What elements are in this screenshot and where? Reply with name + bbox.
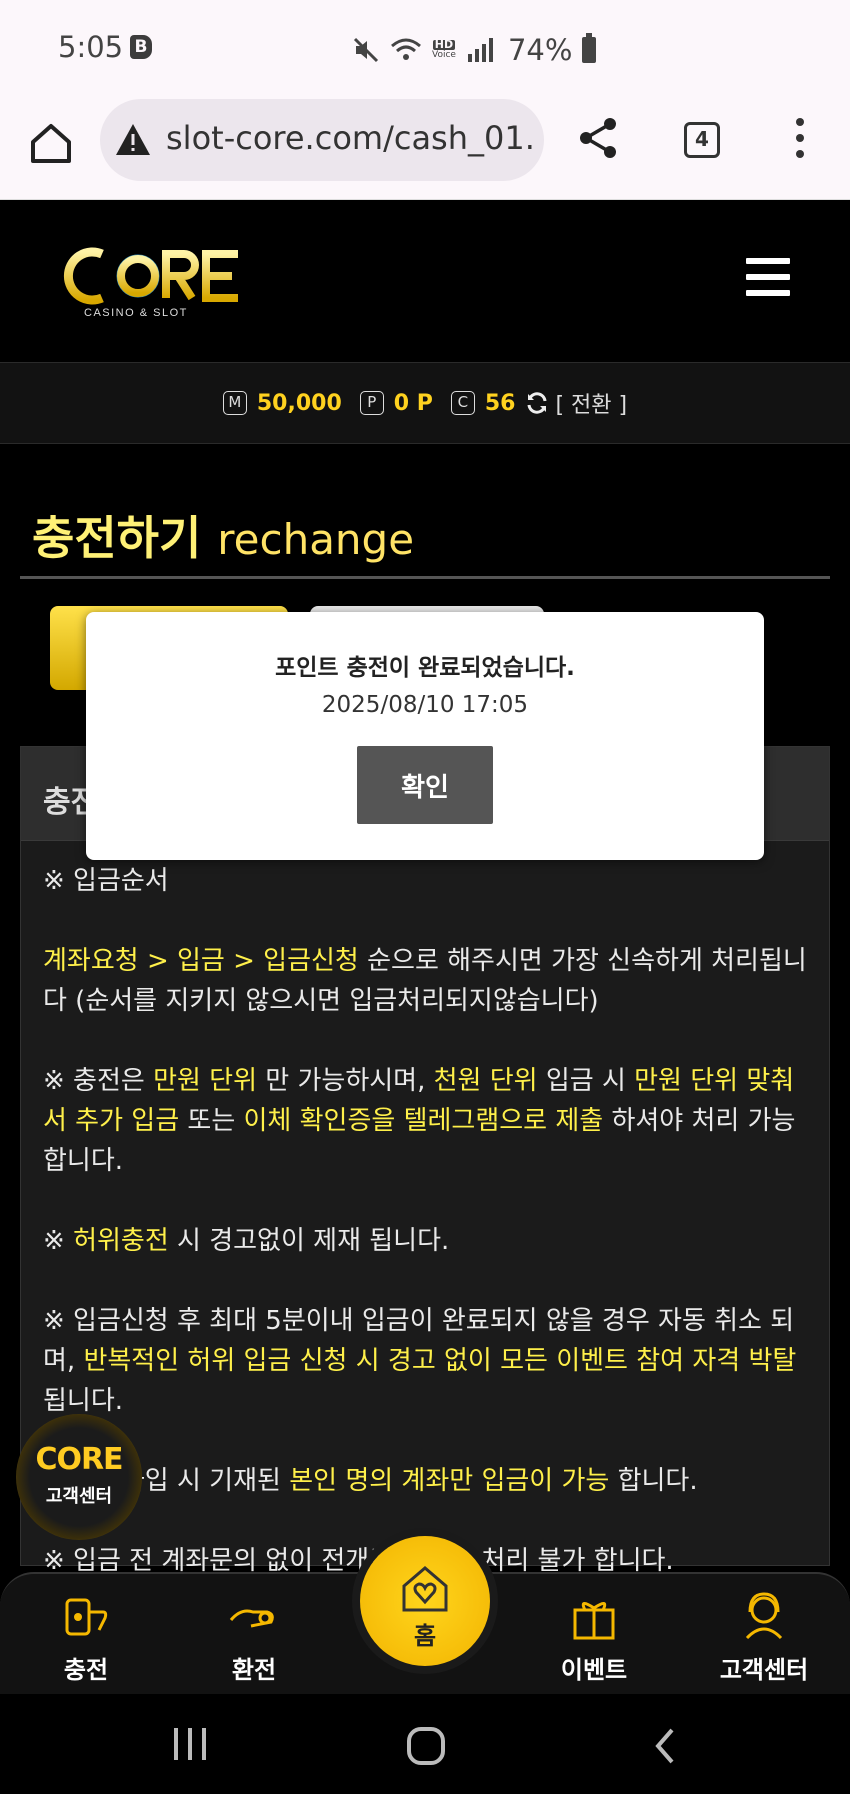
nav-support[interactable]: 고객센터 [704, 1590, 824, 1685]
alert-message: 포인트 충전이 완료되었습니다. [275, 655, 575, 681]
tab-switcher-button[interactable]: 4 [684, 122, 720, 158]
more-menu-icon[interactable] [788, 118, 812, 166]
alert-dialog: 포인트 충전이 완료되었습니다. 2025/08/10 17:05 확인 [86, 612, 764, 860]
notice-order: 계좌요청 > 입금 > 입금신청 순으로 해주시면 가장 신속하게 처리됩니다 … [43, 946, 807, 1016]
exchange-icon [229, 1609, 274, 1628]
address-bar[interactable]: slot-core.com/cash_01. [100, 99, 544, 181]
nav-home-button[interactable]: 홈 [360, 1536, 490, 1666]
point-balance: 0 P [393, 390, 433, 416]
nav-event[interactable]: 이벤트 [534, 1590, 654, 1685]
hd-voice-icon: HD Voice [432, 38, 456, 60]
notification-badge-icon: B [130, 35, 152, 59]
url-text[interactable]: slot-core.com/cash_01. [166, 119, 536, 157]
core-logo[interactable]: CASINO & SLOT [58, 240, 258, 320]
wifi-icon [391, 38, 421, 60]
nav-exchange[interactable]: 환전 [194, 1590, 314, 1685]
battery-percent: 74% [507, 33, 573, 67]
notice-timeout: ※ 입금신청 후 최대 5분이내 입금이 완료되지 않을 경우 자동 취소 되며… [43, 1306, 797, 1416]
money-icon: M [222, 391, 247, 415]
back-icon[interactable] [650, 1726, 680, 1766]
point-icon: P [359, 391, 384, 415]
home-nav-icon[interactable] [406, 1726, 446, 1766]
panel-body: ※ 입금순서 계좌요청 > 입금 > 입금신청 순으로 해주시면 가장 신속하게… [21, 841, 829, 1581]
browser-toolbar: slot-core.com/cash_01. 4 [0, 96, 850, 200]
notice-fake: ※ 허위충전 시 경고없이 제재 됩니다. [43, 1226, 450, 1256]
section-label: ※ 입금순서 [43, 866, 169, 896]
coin-balance: 56 [484, 390, 516, 416]
system-nav-bar [0, 1694, 850, 1794]
mute-icon [353, 37, 379, 63]
balance-bar: M 50,000 P 0 P C 56 [ 전환 ] [0, 362, 850, 444]
support-icon [745, 1592, 783, 1640]
alert-datetime: 2025/08/10 17:05 [321, 692, 529, 718]
recent-apps-icon[interactable] [170, 1726, 210, 1762]
site-header: CASINO & SLOT [0, 200, 850, 362]
signal-icon [467, 38, 493, 62]
nav-charge[interactable]: 충전 [26, 1590, 146, 1685]
notice-account: ※ 회원가입 시 기재된 본인 명의 계좌만 입금이 가능 합니다. [43, 1466, 698, 1496]
home-icon[interactable] [28, 120, 74, 166]
status-bar: 5:05 B HD Voice 74% [0, 0, 850, 96]
notice-unit: ※ 충전은 만원 단위 만 가능하시며, 천원 단위 입금 시 만원 단위 맞춰… [43, 1066, 796, 1176]
home-heart-icon [402, 1566, 448, 1612]
status-time: 5:05 [58, 30, 124, 64]
customer-center-fab[interactable]: CORE 고객센터 [16, 1414, 142, 1540]
money-balance: 50,000 [256, 390, 342, 416]
refresh-icon[interactable] [525, 391, 549, 415]
coin-icon: C [450, 391, 475, 415]
hamburger-menu-icon[interactable] [746, 258, 790, 296]
page-title: 충전하기 rechange [32, 511, 415, 565]
svg-text:CASINO & SLOT: CASINO & SLOT [84, 307, 188, 319]
confirm-button[interactable]: 확인 [357, 746, 493, 824]
battery-icon [582, 33, 597, 63]
status-icons: HD Voice 74% [352, 32, 597, 68]
switch-button[interactable]: [ 전환 ] [555, 387, 627, 419]
title-divider [20, 576, 830, 579]
gift-icon [573, 1602, 615, 1640]
charge-icon [65, 1598, 108, 1636]
warning-icon[interactable] [114, 121, 152, 159]
share-icon[interactable] [576, 116, 620, 160]
